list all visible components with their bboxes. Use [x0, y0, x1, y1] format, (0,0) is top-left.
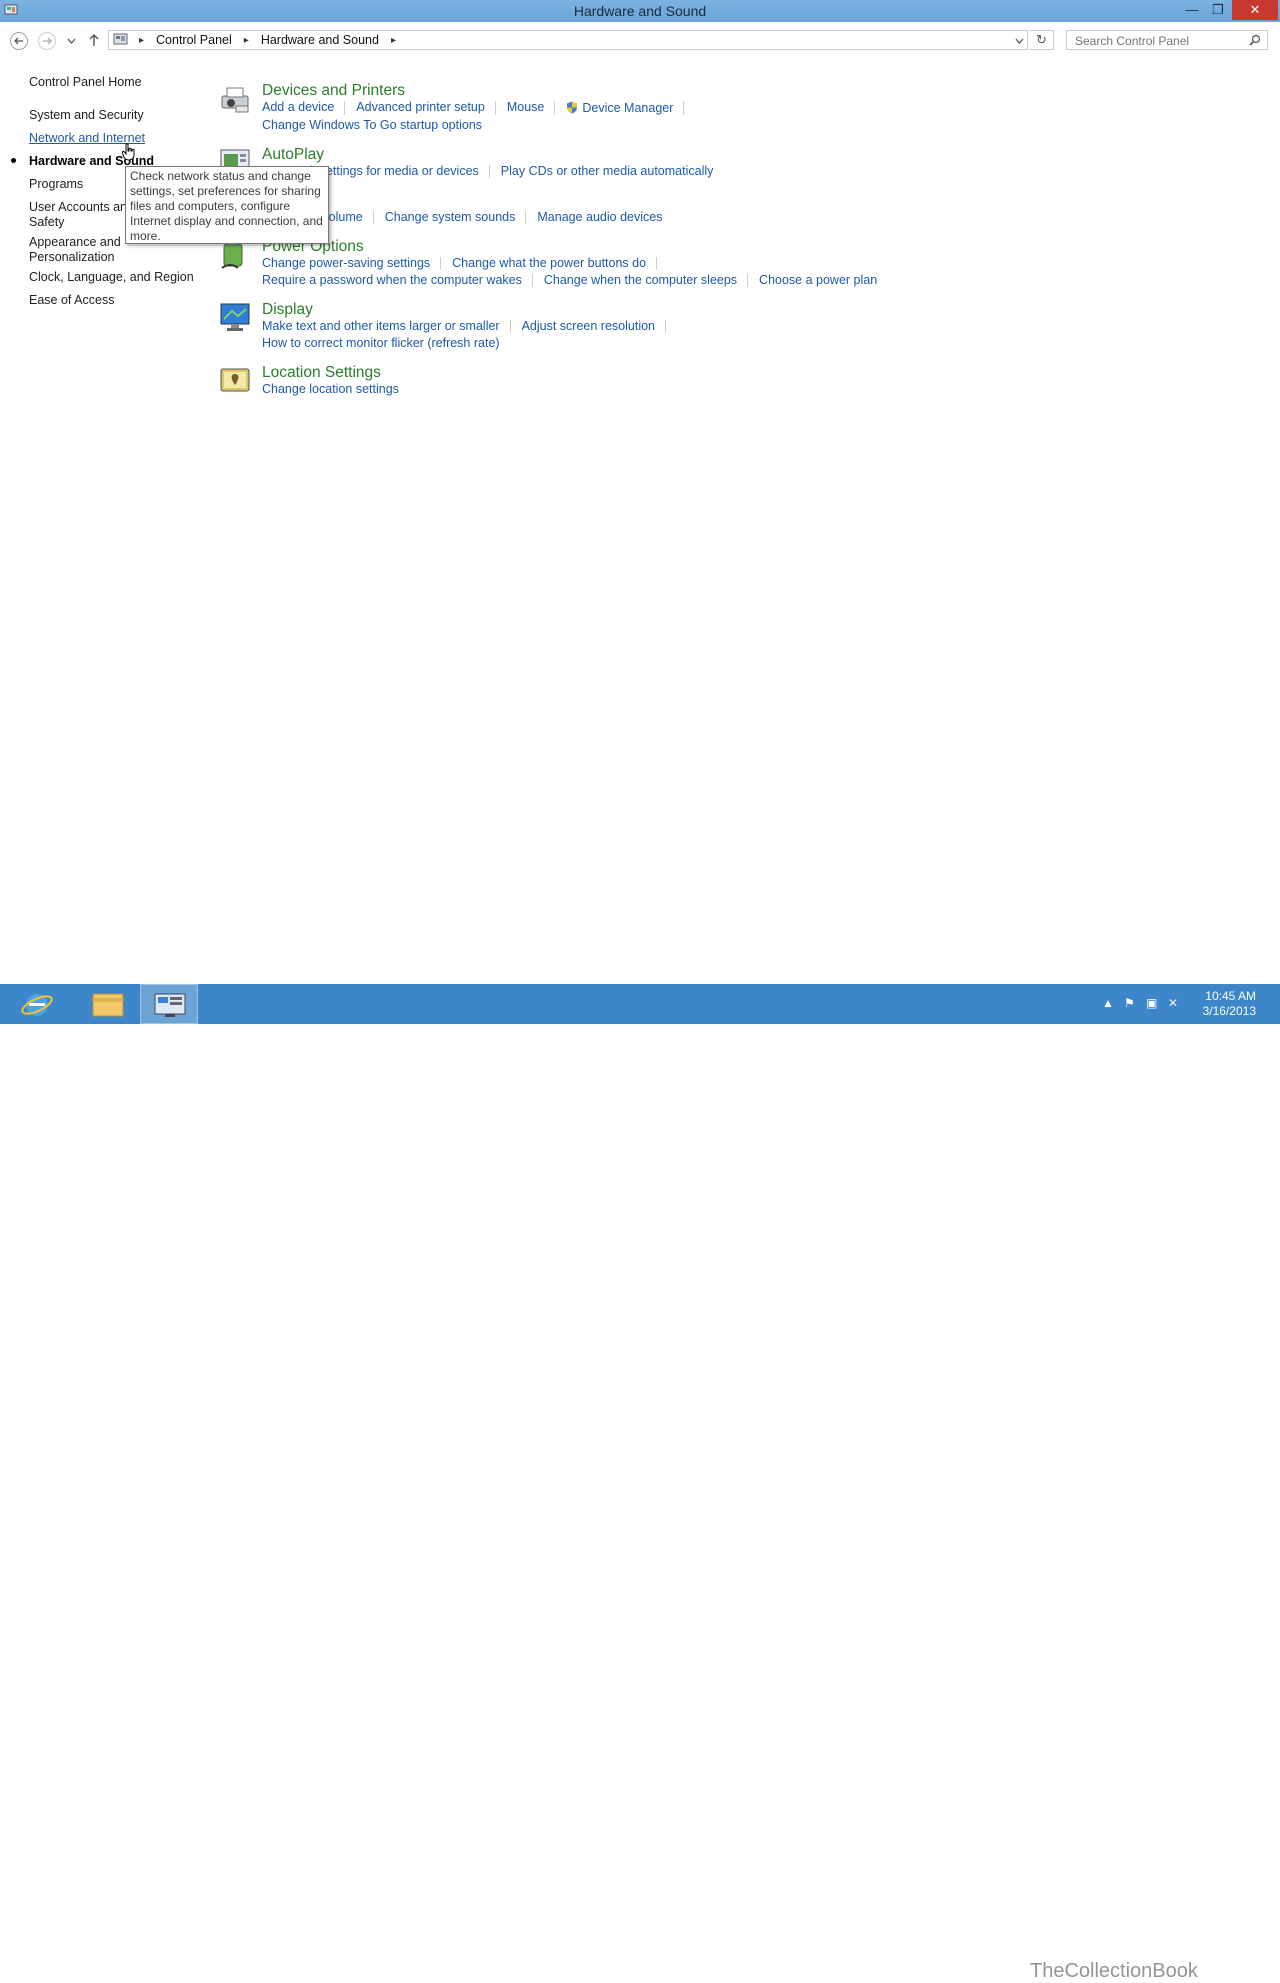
autoplay-heading[interactable]: AutoPlay	[262, 146, 324, 164]
taskbar: TheCollectionBook ▲ ⚑ ▣ ✕ 10:45 AM 3/16/…	[0, 984, 1280, 1982]
monitor-flicker-link[interactable]: How to correct monitor flicker (refresh …	[262, 337, 510, 350]
choose-power-plan-link[interactable]: Choose a power plan	[759, 274, 887, 287]
control-panel-home-link[interactable]: Control Panel Home	[29, 75, 199, 90]
refresh-button[interactable]: ↻	[1030, 30, 1054, 50]
close-button[interactable]: ✕	[1232, 0, 1278, 20]
up-arrow-icon[interactable]	[88, 33, 100, 47]
manage-audio-devices-link[interactable]: Manage audio devices	[537, 211, 672, 224]
adjust-screen-resolution-link[interactable]: Adjust screen resolution	[522, 320, 666, 333]
minimize-button[interactable]: —	[1180, 0, 1204, 20]
clock-date: 3/16/2013	[1202, 1004, 1256, 1018]
internet-explorer-icon	[21, 994, 53, 1016]
sidebar-item-network-and-internet[interactable]: Network and Internet	[29, 131, 199, 146]
back-button[interactable]	[10, 32, 28, 50]
breadcrumb-separator-icon[interactable]: ▸	[139, 35, 144, 46]
action-center-flag-icon[interactable]: ⚑	[1124, 996, 1135, 1010]
display-heading[interactable]: Display	[262, 301, 313, 319]
display-monitor-icon	[220, 303, 250, 331]
network-and-internet-tooltip: Check network status and change settings…	[125, 166, 329, 244]
show-hidden-icons-icon[interactable]: ▲	[1102, 996, 1114, 1010]
volume-muted-icon[interactable]: ✕	[1168, 996, 1178, 1010]
advanced-printer-setup-link[interactable]: Advanced printer setup	[356, 101, 496, 115]
require-password-on-wake-link[interactable]: Require a password when the computer wak…	[262, 274, 533, 287]
make-text-larger-link[interactable]: Make text and other items larger or smal…	[262, 320, 511, 333]
mouse-link[interactable]: Mouse	[507, 101, 556, 115]
taskbar-control-panel[interactable]	[140, 984, 198, 1024]
device-manager-link[interactable]: Device Manager	[566, 101, 685, 115]
network-icon[interactable]: ▣	[1146, 996, 1157, 1010]
change-location-settings-link[interactable]: Change location settings	[262, 383, 409, 396]
taskbar-internet-explorer[interactable]	[17, 984, 75, 1024]
search-icon[interactable]	[1249, 34, 1261, 46]
clock-time: 10:45 AM	[1205, 989, 1256, 1003]
control-panel-location-icon	[113, 33, 128, 45]
breadcrumb-separator-icon[interactable]: ▸	[391, 35, 396, 46]
forward-button[interactable]	[38, 32, 56, 50]
add-a-device-link[interactable]: Add a device	[262, 101, 346, 115]
windows-to-go-link[interactable]: Change Windows To Go startup options	[262, 119, 492, 132]
recent-locations-chevron-icon[interactable]	[67, 38, 76, 44]
play-cds-automatically-link[interactable]: Play CDs or other media automatically	[501, 165, 724, 178]
current-page-bullet	[11, 158, 16, 163]
search-box[interactable]	[1066, 30, 1268, 50]
device-manager-label: Device Manager	[582, 101, 674, 115]
arrow-right-icon	[43, 37, 52, 45]
sidebar-item-system-and-security[interactable]: System and Security	[29, 108, 199, 123]
sidebar-item-clock-language-region[interactable]: Clock, Language, and Region	[29, 270, 199, 285]
uac-shield-icon	[567, 101, 578, 114]
location-settings-heading[interactable]: Location Settings	[262, 364, 381, 382]
system-tray: ▲ ⚑ ▣ ✕ 10:45 AM 3/16/2013	[1090, 984, 1280, 1024]
maximize-button[interactable]: ❐	[1206, 0, 1230, 20]
change-sleep-settings-link[interactable]: Change when the computer sleeps	[544, 274, 749, 287]
breadcrumb-hardware-and-sound[interactable]: Hardware and Sound	[261, 33, 379, 47]
control-panel-icon	[154, 993, 186, 1017]
title-bar: Hardware and Sound — ❐ ✕	[0, 0, 1280, 22]
devices-and-printers-heading[interactable]: Devices and Printers	[262, 82, 405, 100]
change-power-saving-settings-link[interactable]: Change power-saving settings	[262, 257, 442, 270]
sidebar-item-label: Personalization	[29, 250, 115, 264]
change-system-sounds-link[interactable]: Change system sounds	[385, 211, 527, 224]
address-dropdown-icon[interactable]	[1015, 33, 1024, 49]
hand-cursor-icon	[122, 143, 135, 161]
breadcrumb-control-panel[interactable]: Control Panel	[156, 33, 232, 47]
address-bar[interactable]: ▸ Control Panel ▸ Hardware and Sound ▸	[108, 30, 1028, 50]
change-default-media-settings-link[interactable]: ult settings for media or devices	[303, 165, 490, 178]
navigation-bar: ▸ Control Panel ▸ Hardware and Sound ▸ ↻	[0, 22, 1280, 60]
sidebar-item-ease-of-access[interactable]: Ease of Access	[29, 293, 199, 308]
watermark-text: TheCollectionBook	[1030, 1960, 1198, 1982]
change-power-buttons-link[interactable]: Change what the power buttons do	[452, 257, 658, 270]
taskbar-clock[interactable]: 10:45 AM 3/16/2013	[1203, 989, 1256, 1019]
printer-icon	[221, 87, 249, 113]
arrow-left-icon	[14, 37, 23, 45]
window-title: Hardware and Sound	[573, 3, 707, 19]
search-input[interactable]	[1073, 33, 1247, 49]
breadcrumb-separator-icon[interactable]: ▸	[244, 35, 249, 46]
folder-icon	[92, 993, 124, 1017]
taskbar-file-explorer[interactable]	[80, 984, 138, 1024]
location-settings-icon	[220, 368, 250, 392]
